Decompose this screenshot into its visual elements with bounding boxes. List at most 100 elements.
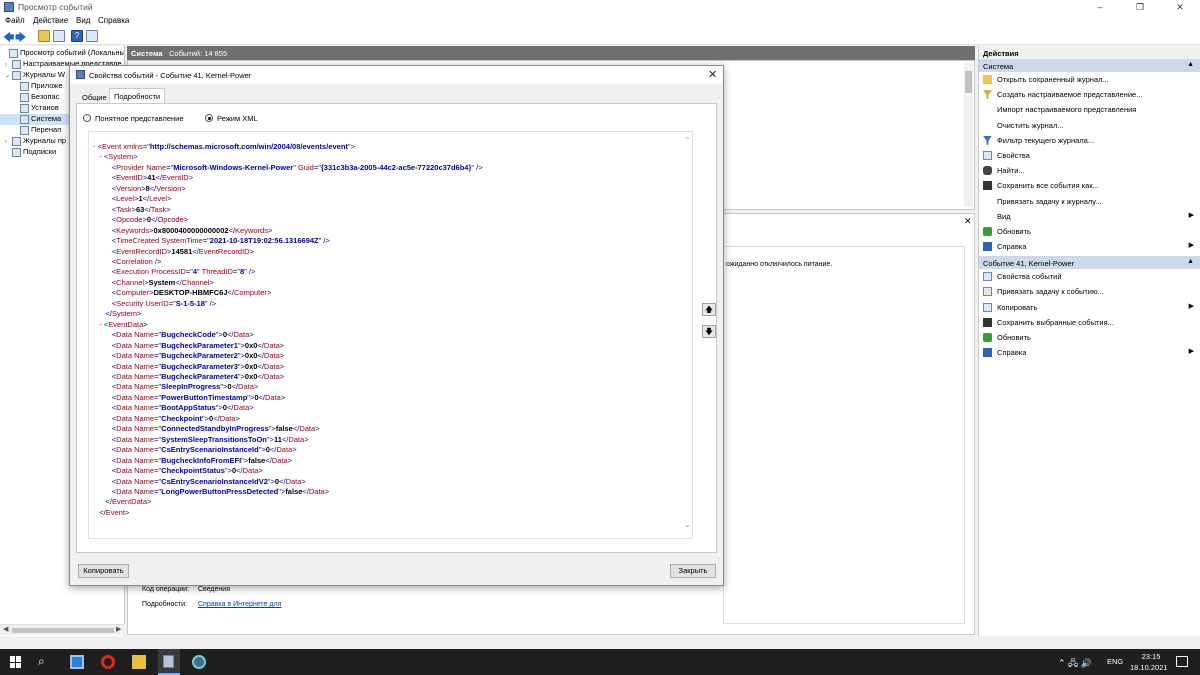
xml-data-name: CsEntryScenarioInstanceId	[161, 445, 259, 455]
scroll-thumb[interactable]	[965, 71, 972, 93]
radio-xml-view[interactable]: Режим XML	[205, 114, 258, 123]
scroll-up-icon[interactable]: ⌃	[684, 136, 691, 145]
clock-date[interactable]: 18.10.2021	[1130, 663, 1168, 672]
control-panel-icon[interactable]	[192, 655, 206, 669]
actions-section-system[interactable]: Система ▲	[979, 59, 1200, 72]
action-save-all-events[interactable]: Сохранить все события как...	[979, 178, 1200, 193]
folder-icon	[12, 59, 21, 69]
console-tree-icon[interactable]	[53, 30, 65, 42]
xml-data-row: <Data Name="BugcheckCode">0</Data>	[111, 330, 254, 340]
collapse-icon[interactable]: ▲	[1187, 61, 1194, 68]
notifications-icon[interactable]	[1176, 656, 1188, 667]
tray-icons[interactable]: ⌃ 🖧 🔊	[1058, 656, 1092, 672]
tree-item-root[interactable]: Просмотр событий (Локальны	[0, 48, 124, 59]
submenu-arrow-icon: ▶	[1188, 302, 1194, 310]
action-filter-log[interactable]: Фильтр текущего журнала...	[979, 133, 1200, 148]
actions-section-event[interactable]: Событие 41, Kernel-Power ▲	[979, 256, 1200, 270]
minimize-button[interactable]: –	[1080, 0, 1120, 14]
event-properties-dialog: Свойства событий - Событие 41, Kernel-Po…	[69, 65, 724, 586]
xml-data-value: false	[275, 424, 293, 434]
scroll-thumb[interactable]	[12, 628, 114, 633]
collapse-icon[interactable]: ▲	[1187, 258, 1194, 265]
action-clear-log[interactable]: Очистить журнал...	[979, 118, 1200, 133]
action-pane-icon[interactable]	[86, 30, 98, 42]
event-viewer-icon	[4, 2, 14, 12]
folder-up-icon[interactable]	[38, 30, 50, 42]
scroll-left-icon[interactable]: ◀	[3, 625, 8, 633]
copy-button[interactable]: Копировать	[78, 564, 129, 578]
xml-data-value: 11	[273, 434, 282, 444]
language-indicator[interactable]: ENG	[1107, 657, 1123, 666]
action-find[interactable]: Найти...	[979, 163, 1200, 178]
action-create-custom-view[interactable]: Создать настраиваемое представление...	[979, 87, 1200, 102]
radio-friendly-view[interactable]: Понятное представление	[83, 114, 184, 123]
search-icon[interactable]: ⌕	[38, 654, 45, 669]
xml-event-id: 41	[147, 173, 156, 183]
event-count: Событий: 14 855	[169, 49, 228, 58]
xml-data-value: 0x0	[244, 351, 258, 361]
menu-action[interactable]: Действие	[33, 16, 68, 25]
next-event-button[interactable]: 🡇	[702, 325, 716, 338]
event-description: ожиданно отключилось питание.	[726, 261, 833, 268]
help-icon[interactable]: ?	[71, 30, 83, 42]
action-view[interactable]: Вид ▶	[979, 209, 1200, 224]
properties-icon	[983, 150, 992, 160]
action-help[interactable]: Справка ▶	[979, 239, 1200, 254]
log-icon	[20, 125, 29, 135]
action-import-custom-view[interactable]: Импорт настраиваемого представления	[979, 102, 1200, 117]
action-open-saved-log[interactable]: Открыть сохраненный журнал...	[979, 72, 1200, 87]
dialog-title: Свойства событий - Событие 41, Kernel-Po…	[89, 71, 252, 80]
xml-data-name: PowerButtonTimestamp	[161, 392, 248, 402]
xml-time-created: 2021-10-18T19:02:56.1316694Z	[209, 236, 319, 246]
dialog-close-icon[interactable]: ✕	[708, 68, 717, 81]
menu-help[interactable]: Справка	[98, 16, 129, 25]
save-icon	[983, 317, 992, 327]
event-list-scrollbar[interactable]	[964, 63, 973, 207]
xml-data-name: LongPowerButtonPressDetected	[161, 486, 279, 496]
xml-keywords: 0x8000400000000002	[153, 225, 229, 235]
more-info-label: Подробности:	[142, 601, 187, 608]
log-icon	[20, 81, 29, 91]
opera-icon[interactable]	[101, 655, 115, 669]
xml-data-value: 0x0	[244, 340, 258, 350]
file-explorer-icon[interactable]	[132, 655, 146, 669]
previous-event-button[interactable]: 🡅	[702, 303, 716, 316]
xml-data-row: <Data Name="Checkpoint">0</Data>	[111, 413, 240, 423]
action-properties[interactable]: Свойства	[979, 148, 1200, 163]
start-windows-icon[interactable]	[10, 656, 22, 668]
action-copy[interactable]: Копировать ▶	[979, 300, 1200, 315]
close-detail-icon[interactable]: ✕	[964, 216, 972, 227]
save-icon	[983, 181, 992, 191]
action-attach-task-log[interactable]: Привязать задачу к журналу...	[979, 194, 1200, 209]
log-icon	[20, 103, 29, 113]
close-button[interactable]: ✕	[1160, 0, 1200, 14]
xml-data-name: SystemSleepTransitionsToOn	[161, 434, 267, 444]
copy-icon	[983, 302, 992, 312]
xml-view[interactable]: - <Event xmlns="http://schemas.microsoft…	[88, 131, 693, 539]
action-attach-task-event[interactable]: Привязать задачу к событию...	[979, 284, 1200, 299]
actions-header: Действия	[979, 46, 1200, 59]
xml-data-name: Checkpoint	[161, 413, 202, 423]
action-help-event[interactable]: Справка ▶	[979, 345, 1200, 360]
menu-view[interactable]: Вид	[76, 16, 90, 25]
tab-details[interactable]: Подробности	[109, 88, 166, 104]
clock-time[interactable]: 23:15	[1138, 652, 1164, 661]
tree-horizontal-scrollbar[interactable]: ◀ ▶	[0, 624, 125, 635]
tab-general[interactable]: Общие	[78, 90, 111, 104]
xml-user-id: S-1-5-18	[175, 298, 205, 308]
action-save-selected[interactable]: Сохранить выбранные события...	[979, 315, 1200, 330]
action-event-properties[interactable]: Свойства событий	[979, 269, 1200, 284]
window-titlebar: Просмотр событий – ❐ ✕	[0, 0, 1200, 14]
xml-data-name: SleepInProgress	[161, 382, 221, 392]
maximize-button[interactable]: ❐	[1120, 0, 1160, 14]
menu-file[interactable]: Файл	[5, 16, 25, 25]
action-refresh[interactable]: Обновить	[979, 224, 1200, 239]
online-help-link[interactable]: Справка в Интернете для	[198, 601, 281, 608]
task-view-icon[interactable]	[70, 655, 84, 669]
close-dialog-button[interactable]: Закрыть	[670, 564, 716, 578]
event-viewer-taskbar-item[interactable]	[158, 649, 180, 675]
action-refresh-event[interactable]: Обновить	[979, 330, 1200, 345]
scroll-right-icon[interactable]: ▶	[116, 625, 121, 633]
xml-scrollbar[interactable]: ⌃ ⌄	[683, 132, 692, 538]
scroll-down-icon[interactable]: ⌄	[684, 520, 691, 529]
